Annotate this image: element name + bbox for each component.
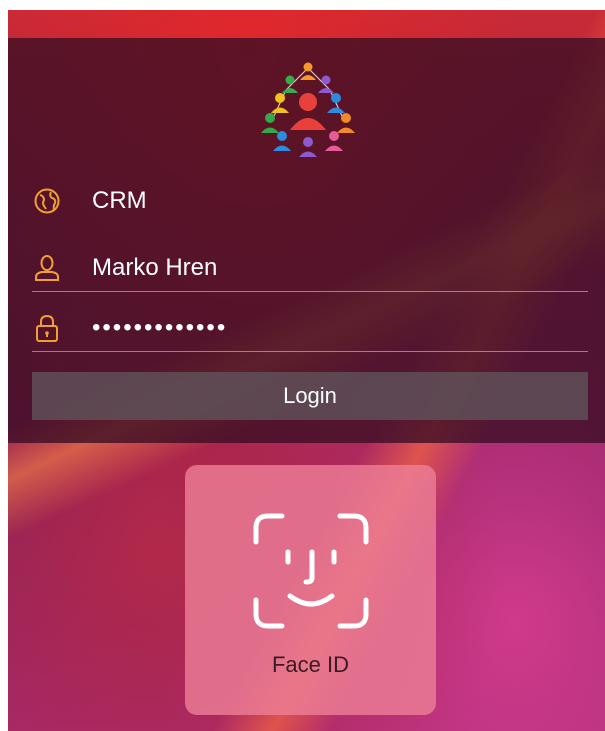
lock-icon	[32, 313, 62, 343]
app-screen: CRM Marko Hren ••••••••••••• Login Face …	[8, 10, 605, 731]
company-value: CRM	[92, 187, 147, 214]
username-field[interactable]: Marko Hren	[32, 243, 588, 293]
face-id-label: Face ID	[271, 652, 350, 677]
people-network-logo-icon	[261, 62, 355, 157]
face-id-button[interactable]: Face ID	[185, 465, 436, 715]
face-id-icon	[253, 513, 368, 629]
password-field[interactable]: •••••••••••••	[32, 303, 588, 353]
user-icon	[32, 253, 62, 283]
username-value: Marko Hren	[92, 254, 218, 281]
company-field[interactable]: CRM	[32, 176, 588, 226]
divider	[32, 291, 588, 292]
password-masked-value: •••••••••••••	[92, 314, 228, 341]
login-button[interactable]: Login	[32, 372, 588, 420]
divider	[32, 351, 588, 352]
globe-icon	[32, 186, 62, 216]
login-panel: CRM Marko Hren ••••••••••••• Login	[8, 38, 605, 443]
